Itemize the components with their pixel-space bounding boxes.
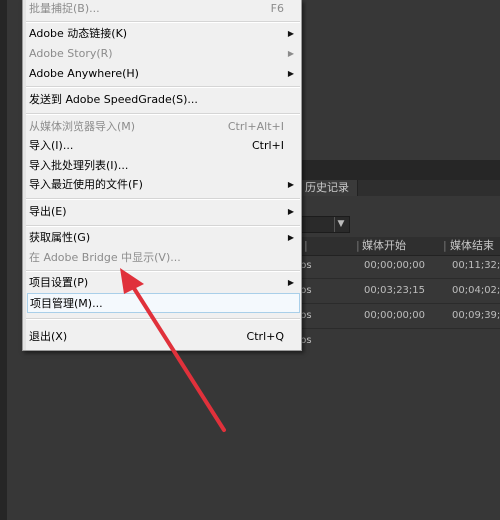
- submenu-arrow-icon: ▶: [287, 49, 294, 58]
- menu-item-label: 从媒体浏览器导入(M): [29, 120, 136, 133]
- chevron-down-icon: ▼: [334, 217, 347, 232]
- menu-separator: [26, 113, 300, 115]
- row-media-end: 00;04;02;1: [452, 285, 500, 296]
- file-menu: 批量捕捉(B)... F6 Adobe 动态链接(K) ▶ Adobe Stor…: [22, 0, 302, 351]
- menu-item-import-batch-list[interactable]: 导入批处理列表(I)...: [26, 156, 300, 176]
- menu-item-exit[interactable]: 退出(X) Ctrl+Q: [26, 327, 300, 347]
- table-row[interactable]: ps 00;00;00;00 00;09;39;2: [300, 304, 500, 328]
- menu-item-label: 导入最近使用的文件(F): [29, 178, 143, 191]
- row-media-start: 00;03;23;15: [364, 285, 426, 296]
- column-header-media-end[interactable]: 媒体结束: [450, 237, 494, 255]
- menu-separator: [26, 21, 300, 23]
- menu-item-shortcut: Ctrl+Q: [246, 330, 284, 343]
- column-divider-icon: |: [443, 239, 447, 252]
- column-divider-icon: |: [304, 239, 308, 252]
- row-media-end: 00;09;39;2: [452, 310, 500, 321]
- menu-item-import[interactable]: 导入(I)... Ctrl+I: [26, 136, 300, 156]
- menu-item-shortcut: Ctrl+Alt+I: [227, 120, 284, 133]
- menu-item-export[interactable]: 导出(E) ▶: [26, 202, 300, 222]
- submenu-arrow-icon: ▶: [287, 207, 294, 216]
- menu-item-batch-capture[interactable]: 批量捕捉(B)... F6: [26, 0, 300, 19]
- menu-item-import-from-media-browser[interactable]: 从媒体浏览器导入(M) Ctrl+Alt+I: [26, 117, 300, 137]
- table-row[interactable]: ps 00;03;23;15 00;04;02;1: [300, 279, 500, 303]
- menu-item-label: 导入批处理列表(I)...: [29, 159, 129, 172]
- panel-tab-bar: 历史记录: [300, 180, 500, 196]
- menu-separator: [26, 318, 300, 320]
- menu-item-get-properties[interactable]: 获取属性(G) ▶: [26, 228, 300, 248]
- row-media-end: 00;11;32;2: [452, 260, 500, 271]
- menu-item-project-settings[interactable]: 项目设置(P) ▶: [26, 273, 300, 293]
- menu-separator: [26, 225, 300, 227]
- menu-item-send-to-speedgrade[interactable]: 发送到 Adobe SpeedGrade(S)...: [26, 90, 300, 110]
- row-media-start: 00;00;00;00: [364, 310, 426, 321]
- submenu-arrow-icon: ▶: [287, 29, 294, 38]
- row-media-start: 00;00;00;00: [364, 260, 426, 271]
- menu-item-label: Adobe Story(R): [29, 47, 113, 60]
- menu-item-label: 批量捕捉(B)...: [29, 2, 100, 15]
- table-row[interactable]: ps: [300, 329, 500, 353]
- submenu-arrow-icon: ▶: [287, 278, 294, 287]
- menu-item-label: 获取属性(G): [29, 231, 91, 244]
- submenu-arrow-icon: ▶: [287, 69, 294, 78]
- menu-item-label: 退出(X): [29, 330, 68, 343]
- menu-item-label: Adobe 动态链接(K): [29, 27, 128, 40]
- menu-separator: [26, 198, 300, 200]
- menu-item-dynamic-link[interactable]: Adobe 动态链接(K) ▶: [26, 24, 300, 44]
- menu-item-adobe-anywhere[interactable]: Adobe Anywhere(H) ▶: [26, 64, 300, 84]
- menu-item-project-manager[interactable]: 项目管理(M)...: [27, 293, 300, 313]
- menu-item-label: 导出(E): [29, 205, 67, 218]
- menu-item-adobe-story[interactable]: Adobe Story(R) ▶: [26, 44, 300, 64]
- menu-item-label: 导入(I)...: [29, 139, 74, 152]
- submenu-arrow-icon: ▶: [287, 180, 294, 189]
- panel-dropdown[interactable]: ▼: [300, 216, 350, 233]
- menu-item-import-recent[interactable]: 导入最近使用的文件(F) ▶: [26, 175, 300, 195]
- menu-item-label: Adobe Anywhere(H): [29, 67, 139, 80]
- column-divider-icon: |: [356, 239, 360, 252]
- tab-history[interactable]: 历史记录: [300, 180, 358, 196]
- panel-top-strip: [300, 160, 500, 180]
- menu-item-label: 发送到 Adobe SpeedGrade(S)...: [29, 93, 198, 106]
- menu-item-reveal-in-bridge[interactable]: 在 Adobe Bridge 中显示(V)...: [26, 248, 300, 268]
- menu-item-label: 在 Adobe Bridge 中显示(V)...: [29, 251, 181, 264]
- table-row[interactable]: ps 00;00;00;00 00;11;32;2: [300, 254, 500, 278]
- menu-separator: [26, 270, 300, 272]
- menu-separator: [26, 86, 300, 88]
- column-header-media-start[interactable]: 媒体开始: [362, 237, 406, 255]
- submenu-arrow-icon: ▶: [287, 233, 294, 242]
- menu-item-shortcut: Ctrl+I: [251, 139, 284, 152]
- menu-item-label: 项目设置(P): [29, 276, 89, 289]
- menu-item-label: 项目管理(M)...: [30, 297, 103, 310]
- menu-item-shortcut: F6: [270, 2, 284, 15]
- app-left-border: [0, 0, 7, 520]
